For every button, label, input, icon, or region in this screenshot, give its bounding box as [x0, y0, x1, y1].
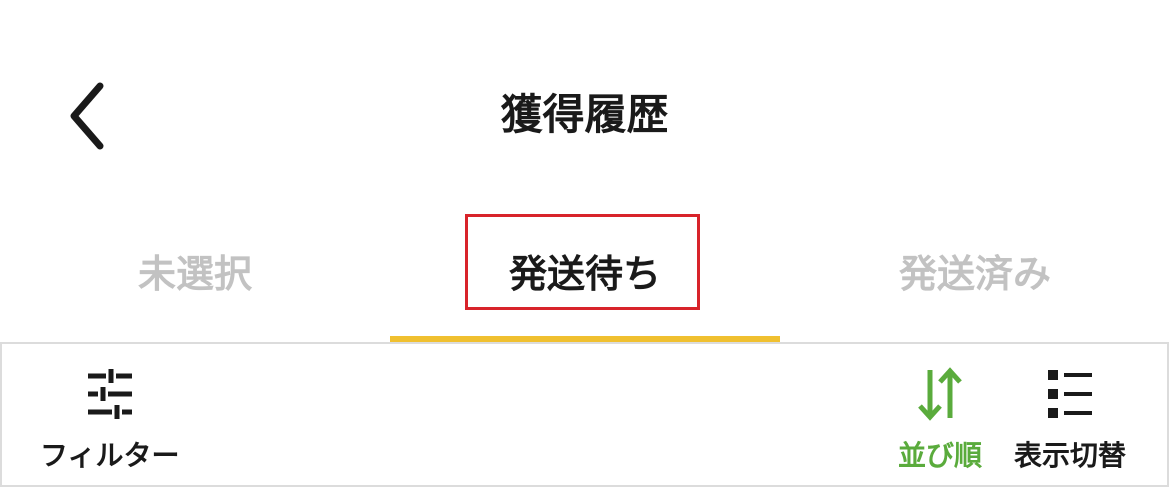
page-title: 獲得履歴 — [500, 90, 669, 139]
sliders-icon — [87, 369, 132, 419]
sort-label: 並び順 — [898, 439, 983, 472]
toolbar: フィルター 並び順 表示切替 — [0, 342, 1169, 487]
filter-label: フィルター — [40, 439, 180, 472]
list-view-icon — [1048, 370, 1092, 418]
view-toggle-button[interactable]: 表示切替 — [1014, 366, 1126, 474]
filter-button[interactable]: フィルター — [40, 366, 179, 474]
sort-arrows-icon — [918, 367, 962, 421]
view-toggle-label: 表示切替 — [1014, 439, 1127, 472]
sort-button[interactable]: 並び順 — [898, 366, 982, 474]
tab-highlight-box — [465, 214, 700, 310]
tab-bar: 未選択 発送待ち 発送済み — [0, 208, 1169, 342]
tab-shipped[interactable]: 発送済み — [780, 208, 1169, 332]
tab-unselected[interactable]: 未選択 — [0, 208, 390, 332]
